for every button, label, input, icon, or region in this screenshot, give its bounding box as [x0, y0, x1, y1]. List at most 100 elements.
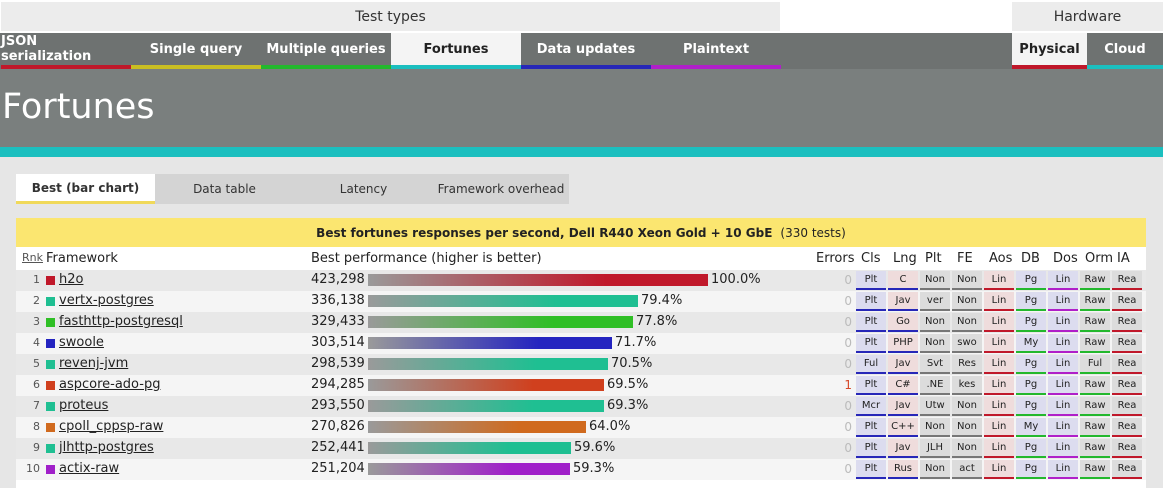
- row-rps: 336,138: [311, 293, 365, 308]
- table-row: 5 revenj-jvm 298,539 70.5% 0 Ful Jav Svt Res Lin P…: [16, 354, 1146, 375]
- attr-badge-orm: Raw: [1080, 271, 1110, 290]
- attr-badge-plt: .NE: [920, 376, 950, 395]
- row-rank: 10: [26, 462, 40, 475]
- row-rps: 293,550: [311, 398, 365, 413]
- framework-link[interactable]: proteus: [59, 398, 108, 413]
- attr-badge-dos: Lin: [1048, 334, 1078, 353]
- framework-link[interactable]: revenj-jvm: [59, 356, 128, 371]
- row-percent: 77.8%: [636, 314, 678, 329]
- framework-color-swatch: [46, 297, 55, 306]
- attr-badge-fe: Non: [952, 397, 982, 416]
- attr-badge-dos: Lin: [1048, 418, 1078, 437]
- attr-badge-fe: swo: [952, 334, 982, 353]
- attr-badge-orm: Raw: [1080, 334, 1110, 353]
- attr-badge-plt: Svt: [920, 355, 950, 374]
- framework-link[interactable]: jlhttp-postgres: [59, 440, 154, 455]
- row-errors: 0: [844, 294, 852, 308]
- attr-badge-aos: Lin: [984, 355, 1014, 374]
- row-percent: 71.7%: [615, 335, 657, 350]
- row-errors: 0: [844, 462, 852, 476]
- table-row: 9 jlhttp-postgres 252,441 59.6% 0 Plt Jav JLH No…: [16, 438, 1146, 459]
- row-rps: 252,441: [311, 440, 365, 455]
- attr-badge-fe: Res: [952, 355, 982, 374]
- row-percent: 64.0%: [589, 419, 631, 434]
- table-row: 8 cpoll_cppsp-raw 270,826 64.0% 0 Plt C++ Non No…: [16, 417, 1146, 438]
- row-errors: 0: [844, 273, 852, 287]
- attr-badge-aos: Lin: [984, 418, 1014, 437]
- group-label-hardware: Hardware: [1012, 2, 1163, 31]
- attr-badge-dos: Lin: [1048, 397, 1078, 416]
- view-tab-latency[interactable]: Latency: [294, 174, 433, 204]
- attr-badge-plt: Non: [920, 271, 950, 290]
- attr-badge-aos: Lin: [984, 334, 1014, 353]
- attr-badge-lng: Rus: [888, 460, 918, 479]
- attr-badge-plt: Non: [920, 313, 950, 332]
- tab-json-serialization[interactable]: JSON serialization: [1, 33, 131, 69]
- framework-color-swatch: [46, 276, 55, 285]
- table-row: 10 actix-raw 251,204 59.3% 0 Plt Rus Non act Lin P…: [16, 459, 1146, 480]
- framework-link[interactable]: aspcore-ado-pg: [59, 377, 160, 392]
- performance-bar: [368, 274, 708, 286]
- row-rank: 7: [33, 399, 40, 412]
- framework-link[interactable]: swoole: [59, 335, 104, 350]
- performance-bar: [368, 379, 604, 391]
- attr-badge-plt: JLH: [920, 439, 950, 458]
- attr-badge-orm: Raw: [1080, 313, 1110, 332]
- attr-badge-orm: Ful: [1080, 355, 1110, 374]
- row-percent: 69.5%: [607, 377, 649, 392]
- attr-badge-lng: PHP: [888, 334, 918, 353]
- framework-link[interactable]: vertx-postgres: [59, 293, 154, 308]
- row-rps: 270,826: [311, 419, 365, 434]
- attr-badge-fe: act: [952, 460, 982, 479]
- attr-badge-cls: Mcr: [856, 397, 886, 416]
- tab-data-updates[interactable]: Data updates: [521, 33, 651, 69]
- attr-badge-dos: Lin: [1048, 292, 1078, 311]
- attr-badge-db: My: [1016, 418, 1046, 437]
- table-row: 3 fasthttp-postgresql 329,433 77.8% 0 Plt Go No…: [16, 312, 1146, 333]
- col-errors: Errors: [816, 251, 855, 266]
- hero-accent-stripe: [0, 147, 1163, 157]
- attr-badge-dos: Lin: [1048, 313, 1078, 332]
- row-rps: 294,285: [311, 377, 365, 392]
- attr-badge-plt: Non: [920, 460, 950, 479]
- attr-badge-db: Pg: [1016, 313, 1046, 332]
- attr-badge-aos: Lin: [984, 376, 1014, 395]
- hardware-tab-cloud[interactable]: Cloud: [1087, 33, 1163, 69]
- tab-fortunes[interactable]: Fortunes: [391, 33, 521, 69]
- attr-badge-cls: Plt: [856, 439, 886, 458]
- view-tab-framework-overhead[interactable]: Framework overhead: [433, 174, 569, 204]
- row-errors: 0: [844, 441, 852, 455]
- attr-badge-db: Pg: [1016, 355, 1046, 374]
- performance-bar: [368, 400, 604, 412]
- group-label-test-types: Test types: [1, 2, 780, 31]
- framework-link[interactable]: actix-raw: [59, 461, 119, 476]
- attr-badge-lng: Jav: [888, 292, 918, 311]
- framework-link[interactable]: fasthttp-postgresql: [59, 314, 183, 329]
- row-rank: 6: [33, 378, 40, 391]
- tab-single-query[interactable]: Single query: [131, 33, 261, 69]
- framework-color-swatch: [46, 423, 55, 432]
- page-title: Fortunes: [2, 87, 155, 127]
- tab-multiple-queries[interactable]: Multiple queries: [261, 33, 391, 69]
- attr-badge-db: Pg: [1016, 397, 1046, 416]
- hardware-tab-physical[interactable]: Physical: [1012, 33, 1087, 69]
- attr-badge-lng: Go: [888, 313, 918, 332]
- row-rank: 4: [33, 336, 40, 349]
- attr-badge-dos: Lin: [1048, 439, 1078, 458]
- tab-plaintext[interactable]: Plaintext: [651, 33, 781, 69]
- col-attr-plt: Plt: [925, 251, 942, 266]
- view-tab-best-bar-chart[interactable]: Best (bar chart): [16, 174, 155, 204]
- col-attr-lng: Lng: [893, 251, 917, 266]
- framework-link[interactable]: cpoll_cppsp-raw: [59, 419, 163, 434]
- test-type-nav: JSON serialization Single query Multiple q…: [0, 33, 1163, 69]
- attr-badge-dos: Lin: [1048, 460, 1078, 479]
- framework-link[interactable]: h2o: [59, 272, 83, 287]
- attr-badge-aos: Lin: [984, 460, 1014, 479]
- attr-badge-aos: Lin: [984, 271, 1014, 290]
- row-percent: 69.3%: [607, 398, 649, 413]
- view-tab-data-table[interactable]: Data table: [155, 174, 294, 204]
- col-rank[interactable]: Rnk: [22, 251, 43, 264]
- row-rank: 5: [33, 357, 40, 370]
- row-errors: 1: [844, 378, 852, 392]
- performance-bar: [368, 316, 633, 328]
